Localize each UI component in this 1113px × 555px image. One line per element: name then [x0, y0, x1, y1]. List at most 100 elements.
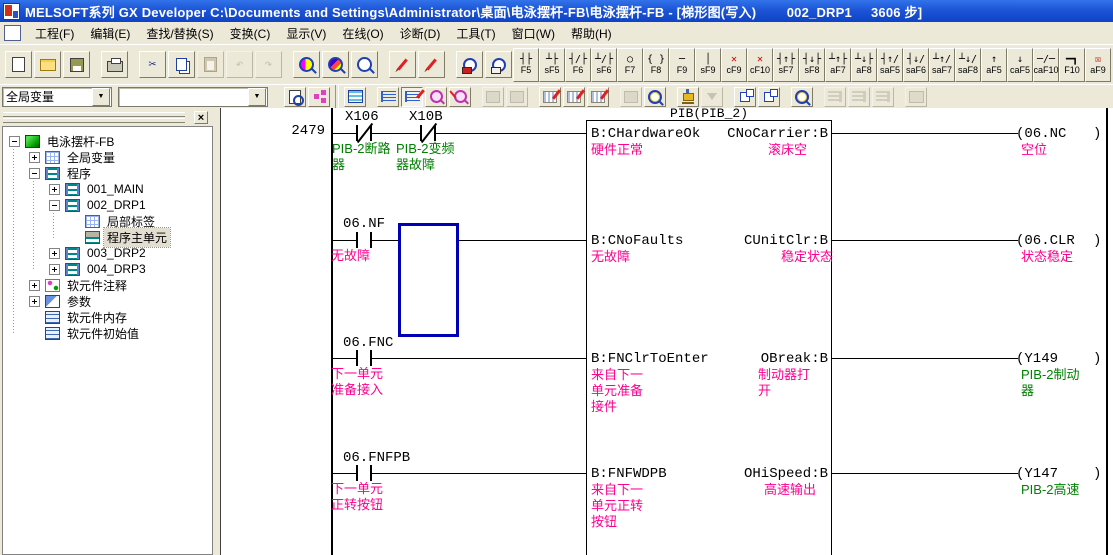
coil-device[interactable]: (Y149 — [1016, 352, 1058, 366]
collapse-icon[interactable] — [9, 136, 20, 147]
symbol-falling-pulse-button[interactable]: ┤↓├sF8 — [799, 48, 825, 82]
expand-icon[interactable] — [29, 296, 40, 307]
symbol-closed-contact-button[interactable]: ┤/├F6 — [565, 48, 591, 82]
statement-display-button[interactable] — [401, 87, 423, 107]
screen-display-button[interactable] — [905, 87, 927, 107]
nc-contact-symbol[interactable] — [356, 125, 372, 141]
child-window-icon[interactable] — [4, 25, 21, 41]
comment-display-button[interactable] — [377, 87, 399, 107]
expand-icon[interactable] — [49, 248, 60, 259]
note-find-button[interactable] — [425, 87, 447, 107]
expand-icon[interactable] — [29, 280, 40, 291]
tree-item-003-drp2[interactable]: 003_DRP2 — [49, 245, 149, 261]
symbol-falling-nc-branch-button[interactable]: ┴↓/saF8 — [955, 48, 981, 82]
debug-button[interactable] — [587, 87, 609, 107]
fb-output-pin[interactable]: OBreak:B — [588, 352, 828, 366]
title-bar[interactable]: MELSOFT系列 GX Developer C:\Documents and … — [0, 0, 1113, 22]
ladder-list-toggle-button[interactable] — [344, 87, 366, 107]
symbol-coil-button[interactable]: ○F7 — [617, 48, 643, 82]
contact-device[interactable]: 06.FNFPB — [343, 451, 410, 465]
symbol-closed-branch-button[interactable]: ┴/├sF6 — [591, 48, 617, 82]
symbol-delete-hline-button[interactable]: ✕cF9 — [721, 48, 747, 82]
convert-run-button[interactable] — [701, 87, 723, 107]
copy-button[interactable] — [168, 51, 195, 78]
sort-order-button[interactable] — [872, 87, 894, 107]
tree-item-programs[interactable]: 程序 — [29, 165, 94, 181]
note-edit-button[interactable] — [449, 87, 471, 107]
paste-button[interactable] — [197, 51, 224, 78]
insert-mode-button[interactable] — [418, 51, 445, 78]
tree-item-device-init-values[interactable]: 软元件初始值 — [29, 325, 142, 341]
new-project-button[interactable] — [5, 51, 32, 78]
symbol-delete-vline-button[interactable]: ✕cF10 — [747, 48, 773, 82]
ladder-editor[interactable]: PIB(PIB_2) 2479 X106 X10B PIB-2断路 器 PIB-… — [220, 108, 1113, 555]
no-contact-symbol[interactable] — [356, 465, 372, 481]
menu-view[interactable]: 显示(V) — [278, 22, 334, 45]
open-project-button[interactable] — [34, 51, 61, 78]
menu-diagnostics[interactable]: 诊断(D) — [392, 22, 449, 45]
chevron-down-icon[interactable]: ▼ — [92, 88, 110, 106]
nc-contact-symbol[interactable] — [420, 125, 436, 141]
device-combobox[interactable]: ▼ — [118, 87, 268, 107]
symbol-rising-branch-button[interactable]: ┴↑├aF7 — [825, 48, 851, 82]
grid-button[interactable] — [620, 87, 642, 107]
read-mode-button[interactable] — [456, 51, 483, 78]
tree-item-program-body[interactable]: 程序主单元 — [69, 229, 170, 245]
panel-grip[interactable] — [3, 118, 185, 123]
panel-grip[interactable] — [3, 112, 185, 117]
symbol-rising-op-button[interactable]: ↑aF5 — [981, 48, 1007, 82]
save-project-button[interactable] — [63, 51, 90, 78]
ladder-logic-test-button[interactable] — [539, 87, 561, 107]
zoom-window-button[interactable] — [734, 87, 756, 107]
expand-icon[interactable] — [49, 264, 60, 275]
sort-ascending-button[interactable] — [824, 87, 846, 107]
symbol-application-button[interactable]: { }F8 — [643, 48, 669, 82]
tree-item-001-main[interactable]: 001_MAIN — [49, 181, 147, 197]
fb-parts-tree-button[interactable] — [308, 87, 330, 107]
label-scope-combobox[interactable]: 全局变量 ▼ — [2, 87, 112, 107]
no-contact-symbol[interactable] — [356, 232, 372, 248]
symbol-open-contact-button[interactable]: ┤├F5 — [513, 48, 539, 82]
monitor-button[interactable] — [644, 87, 666, 107]
find-device-button[interactable] — [322, 51, 349, 78]
symbol-invert-op-button[interactable]: ─/─caF10 — [1033, 48, 1059, 82]
symbol-hline-button[interactable]: ─F9 — [669, 48, 695, 82]
symbol-falling-nc-button[interactable]: ┤↓/saF6 — [903, 48, 929, 82]
symbol-open-branch-button[interactable]: ┴├sF5 — [539, 48, 565, 82]
fb-output-pin[interactable]: CNoCarrier:B — [588, 127, 828, 141]
symbol-rising-nc-branch-button[interactable]: ┴↑/saF7 — [929, 48, 955, 82]
contact-device[interactable]: 06.FNC — [343, 336, 393, 350]
fb-output-pin[interactable]: CUnitClr:B — [588, 234, 828, 248]
print-button[interactable] — [101, 51, 128, 78]
sort-descending-button[interactable] — [848, 87, 870, 107]
monitor-mode-button[interactable] — [485, 51, 512, 78]
menu-tools[interactable]: 工具(T) — [448, 22, 503, 45]
close-panel-button[interactable]: × — [194, 111, 208, 124]
replace-button[interactable] — [351, 51, 378, 78]
menu-window[interactable]: 窗口(W) — [504, 22, 563, 45]
coil-device[interactable]: (06.NC — [1016, 127, 1066, 141]
symbol-draw-line-button[interactable]: ━┓F10 — [1059, 48, 1085, 82]
contact-device[interactable]: 06.NF — [343, 217, 385, 231]
label-view-button[interactable] — [284, 87, 306, 107]
symbol-delete-line-button[interactable]: ☒aF9 — [1085, 48, 1111, 82]
menu-online[interactable]: 在线(O) — [334, 22, 391, 45]
find-button[interactable] — [293, 51, 320, 78]
contact-device[interactable]: X10B — [409, 110, 443, 124]
menu-help[interactable]: 帮助(H) — [563, 22, 620, 45]
symbol-vline-button[interactable]: │sF9 — [695, 48, 721, 82]
undo-button[interactable]: ↶ — [226, 51, 253, 78]
coil-device[interactable]: (Y147 — [1016, 467, 1058, 481]
chevron-down-icon[interactable]: ▼ — [248, 88, 266, 106]
coil-device[interactable]: (06.CLR — [1016, 234, 1075, 248]
menu-edit[interactable]: 编辑(E) — [82, 22, 138, 45]
symbol-falling-branch-button[interactable]: ┴↓├aF8 — [851, 48, 877, 82]
contact-device[interactable]: X106 — [345, 110, 379, 124]
write-mode-button[interactable] — [389, 51, 416, 78]
new-window-button[interactable] — [758, 87, 780, 107]
menu-find-replace[interactable]: 查找/替换(S) — [138, 22, 221, 45]
menu-convert[interactable]: 变换(C) — [222, 22, 279, 45]
fb-output-pin[interactable]: OHiSpeed:B — [588, 467, 828, 481]
expand-icon[interactable] — [29, 152, 40, 163]
collapse-icon[interactable] — [49, 200, 60, 211]
